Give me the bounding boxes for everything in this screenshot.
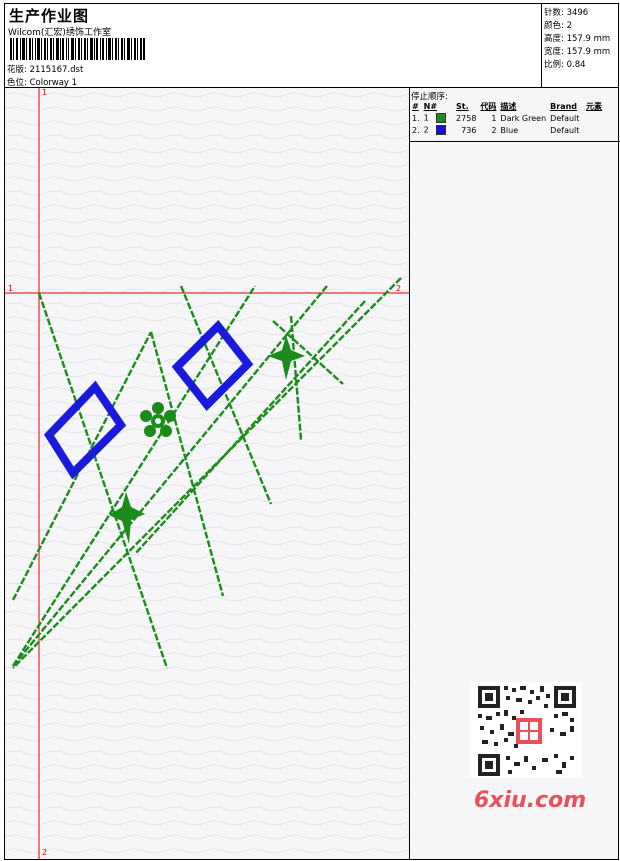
- col-num: #: [412, 101, 419, 111]
- qr-code-image: [470, 682, 582, 778]
- row-brand: Default: [550, 125, 580, 135]
- sidebar-divider: [410, 141, 620, 142]
- col-element: 元素: [586, 101, 603, 111]
- row-description: Blue: [500, 125, 519, 135]
- row-code: 1: [491, 113, 497, 123]
- row-num: 1.: [412, 113, 420, 123]
- row-code: 2: [491, 125, 497, 135]
- row-needle-cell: 1: [423, 112, 455, 124]
- col-description: 描述: [500, 101, 517, 111]
- table-row: 2. 2 736 2 Blue Default: [411, 124, 605, 136]
- stats-panel: 针数: 3496 颜色: 2 高度: 157.9 mm 宽度: 157.9 mm…: [541, 3, 619, 88]
- barcode-image: [10, 38, 145, 60]
- stat-stitches: 针数: 3496: [544, 8, 589, 18]
- col-needle: N#: [423, 101, 438, 111]
- row-description: Dark Green: [500, 113, 547, 123]
- row-stitches: 736: [461, 125, 477, 135]
- header-panel: 生产作业图 Wilcom(汇宏)绣饰工作室 花版: 2115167.dst 色位…: [4, 3, 542, 88]
- col-code: 代码: [480, 101, 497, 111]
- color-swatch-green: [436, 113, 447, 123]
- row-num: 2.: [412, 125, 420, 135]
- stop-sequence-table: # N# St. 代码 描述 Brand 元素 1. 1 2758 1 Dark…: [411, 100, 605, 136]
- design-label: 花版:: [7, 65, 27, 75]
- stat-height: 高度: 157.9 mm: [544, 34, 611, 44]
- row-needle-cell: 2: [423, 124, 455, 136]
- embroidery-drawing: [5, 88, 409, 859]
- design-file-row: 花版: 2115167.dst: [7, 63, 83, 75]
- watermark-text: 6xiu.com: [474, 788, 587, 813]
- stat-width: 宽度: 157.9 mm: [544, 47, 611, 57]
- design-value: 2115167.dst: [29, 65, 84, 75]
- company-name: Wilcom(汇宏)绣饰工作室: [8, 28, 111, 38]
- row-stitches: 2758: [456, 113, 477, 123]
- stop-table-header-row: # N# St. 代码 描述 Brand 元素: [411, 100, 605, 112]
- row-brand: Default: [550, 113, 580, 123]
- col-stitches: St.: [456, 101, 469, 111]
- col-brand: Brand: [550, 101, 578, 111]
- row-needle: 1: [423, 113, 429, 123]
- color-swatch-blue: [436, 125, 447, 135]
- axis-label-bottom: 2: [42, 848, 48, 857]
- stat-scale: 比例: 0.84: [544, 60, 586, 70]
- axis-label-left: 1: [8, 284, 14, 293]
- page-title: 生产作业图: [9, 7, 90, 25]
- row-needle: 2: [423, 125, 429, 135]
- axis-label-top: 1: [42, 88, 48, 97]
- design-canvas: 1 1 2 2: [4, 87, 410, 860]
- table-row: 1. 1 2758 1 Dark Green Default: [411, 112, 605, 124]
- axis-label-right: 2: [396, 284, 402, 293]
- stat-colors: 颜色: 2: [544, 21, 572, 31]
